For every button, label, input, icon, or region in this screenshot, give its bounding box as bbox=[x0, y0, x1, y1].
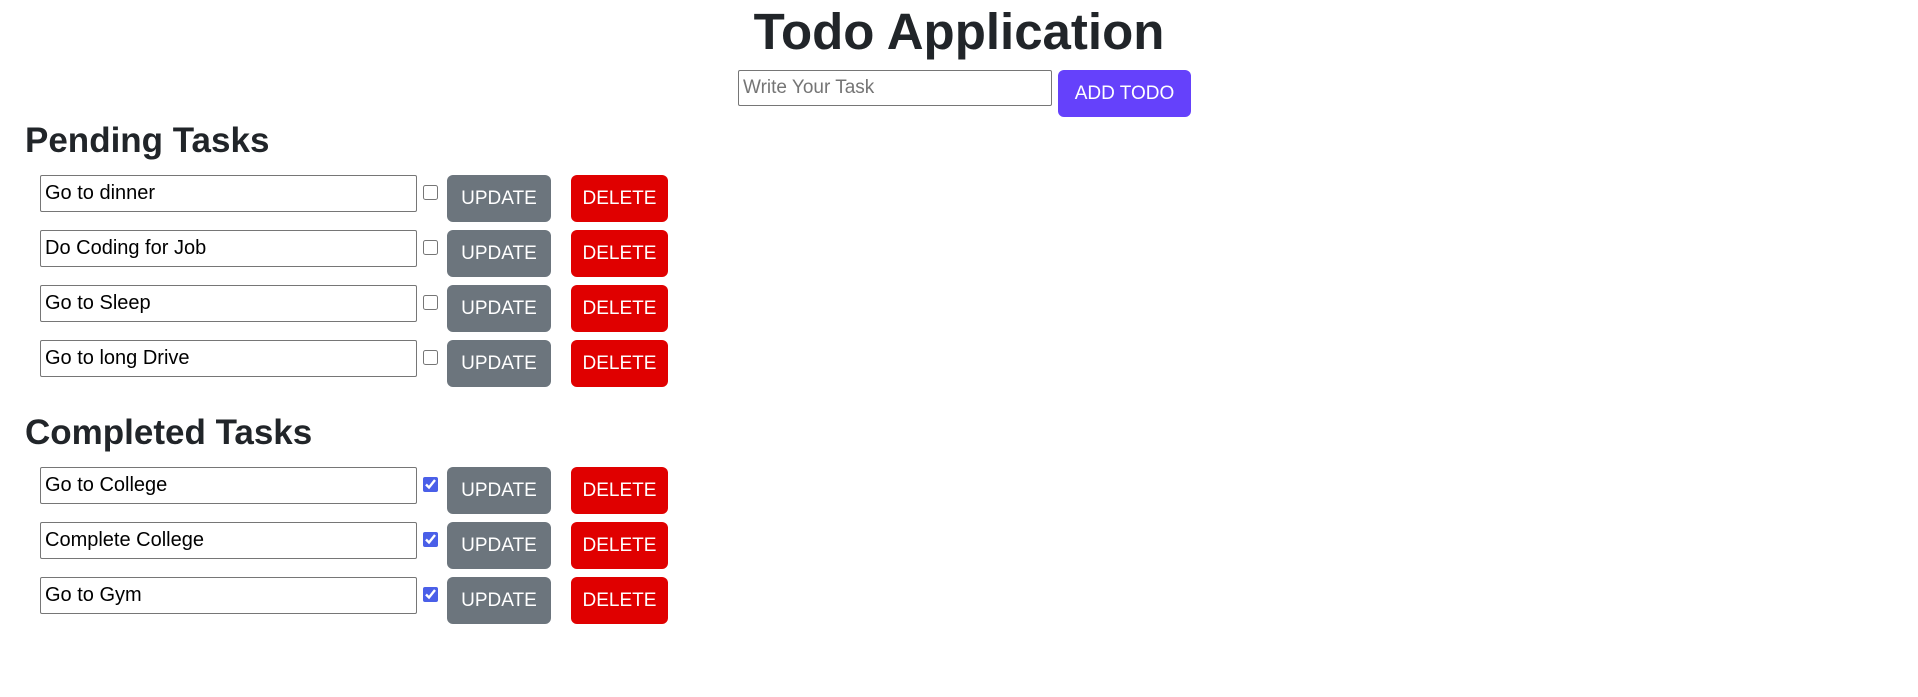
update-button[interactable]: UPDATE bbox=[447, 285, 551, 332]
add-todo-form: ADD TODO bbox=[738, 70, 1191, 117]
delete-button[interactable]: DELETE bbox=[571, 467, 668, 514]
task-row: UPDATE DELETE bbox=[40, 230, 668, 285]
task-complete-checkbox[interactable] bbox=[423, 477, 438, 492]
completed-task-list: UPDATE DELETE UPDATE DELETE UPDATE DELET… bbox=[40, 467, 668, 632]
task-text-input[interactable] bbox=[40, 285, 417, 322]
task-row: UPDATE DELETE bbox=[40, 522, 668, 577]
task-text-input[interactable] bbox=[40, 230, 417, 267]
task-row: UPDATE DELETE bbox=[40, 467, 668, 522]
todo-page: Todo Application ADD TODO Pending Tasks … bbox=[0, 0, 1918, 697]
task-complete-checkbox[interactable] bbox=[423, 295, 438, 310]
new-task-input[interactable] bbox=[738, 70, 1052, 106]
update-button[interactable]: UPDATE bbox=[447, 175, 551, 222]
task-complete-checkbox[interactable] bbox=[423, 350, 438, 365]
update-button[interactable]: UPDATE bbox=[447, 340, 551, 387]
delete-button[interactable]: DELETE bbox=[571, 230, 668, 277]
completed-tasks-heading: Completed Tasks bbox=[25, 413, 313, 452]
task-row: UPDATE DELETE bbox=[40, 340, 668, 395]
task-text-input[interactable] bbox=[40, 467, 417, 504]
delete-button[interactable]: DELETE bbox=[571, 522, 668, 569]
task-row: UPDATE DELETE bbox=[40, 175, 668, 230]
delete-button[interactable]: DELETE bbox=[571, 285, 668, 332]
add-todo-button[interactable]: ADD TODO bbox=[1058, 70, 1191, 117]
page-title: Todo Application bbox=[753, 3, 1165, 60]
task-text-input[interactable] bbox=[40, 175, 417, 212]
task-complete-checkbox[interactable] bbox=[423, 587, 438, 602]
task-complete-checkbox[interactable] bbox=[423, 532, 438, 547]
task-row: UPDATE DELETE bbox=[40, 577, 668, 632]
task-text-input[interactable] bbox=[40, 577, 417, 614]
task-text-input[interactable] bbox=[40, 340, 417, 377]
delete-button[interactable]: DELETE bbox=[571, 340, 668, 387]
update-button[interactable]: UPDATE bbox=[447, 467, 551, 514]
pending-task-list: UPDATE DELETE UPDATE DELETE UPDATE DELET… bbox=[40, 175, 668, 395]
task-complete-checkbox[interactable] bbox=[423, 240, 438, 255]
delete-button[interactable]: DELETE bbox=[571, 577, 668, 624]
pending-tasks-heading: Pending Tasks bbox=[25, 121, 270, 160]
delete-button[interactable]: DELETE bbox=[571, 175, 668, 222]
update-button[interactable]: UPDATE bbox=[447, 522, 551, 569]
task-text-input[interactable] bbox=[40, 522, 417, 559]
task-row: UPDATE DELETE bbox=[40, 285, 668, 340]
update-button[interactable]: UPDATE bbox=[447, 230, 551, 277]
update-button[interactable]: UPDATE bbox=[447, 577, 551, 624]
task-complete-checkbox[interactable] bbox=[423, 185, 438, 200]
